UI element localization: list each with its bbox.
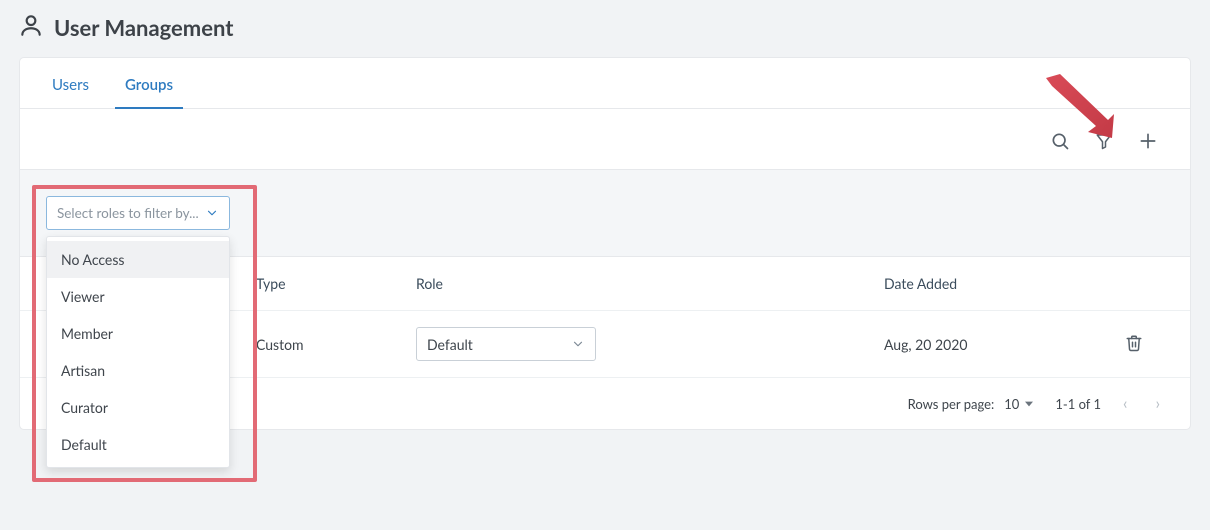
content-panel: Users Groups Select roles to filter by..… [20, 58, 1190, 429]
rpp-label: Rows per page: [908, 396, 995, 412]
row-type-cell: Custom [256, 336, 416, 353]
role-filter-select[interactable]: Select roles to filter by... [46, 196, 230, 230]
pager-prev[interactable]: ‹ [1123, 394, 1128, 413]
col-header-type: Type [256, 275, 416, 292]
pager-nav: ‹ › [1123, 394, 1160, 413]
caret-down-icon [1025, 400, 1033, 408]
col-header-role: Role [416, 275, 884, 292]
chevron-down-icon [205, 206, 219, 220]
col-header-actions [1104, 275, 1164, 292]
option-default[interactable]: Default [47, 426, 229, 463]
option-viewer[interactable]: Viewer [47, 278, 229, 315]
row-actions-cell [1104, 334, 1164, 355]
delete-button[interactable] [1125, 334, 1143, 355]
col-header-date: Date Added [884, 275, 1104, 292]
role-filter-placeholder: Select roles to filter by... [57, 205, 199, 221]
row-role-value: Default [427, 336, 473, 353]
tab-users[interactable]: Users [34, 58, 107, 108]
row-role-cell: Default [416, 327, 884, 361]
filter-bar: Select roles to filter by... No Access V… [20, 169, 1190, 257]
tab-strip: Users Groups [20, 58, 1190, 109]
role-filter-dropdown: No Access Viewer Member Artisan Curator … [46, 236, 230, 468]
filter-icon[interactable] [1092, 129, 1116, 153]
option-no-access[interactable]: No Access [47, 241, 229, 278]
toolbar [20, 109, 1190, 169]
rows-per-page: Rows per page: 10 [908, 396, 1034, 412]
row-role-select[interactable]: Default [416, 327, 596, 361]
rpp-value: 10 [1004, 396, 1019, 412]
option-member[interactable]: Member [47, 315, 229, 352]
row-date-cell: Aug, 20 2020 [884, 336, 1104, 353]
page-title: User Management [54, 14, 233, 41]
chevron-down-icon [571, 337, 585, 351]
page-header: User Management [0, 0, 1210, 52]
user-icon [18, 12, 44, 42]
role-filter-wrap: Select roles to filter by... No Access V… [46, 196, 230, 230]
option-artisan[interactable]: Artisan [47, 352, 229, 389]
tab-groups[interactable]: Groups [107, 58, 191, 108]
pager-range: 1-1 of 1 [1055, 396, 1101, 412]
rpp-select[interactable]: 10 [1004, 396, 1033, 412]
trash-icon [1125, 334, 1143, 352]
add-icon[interactable] [1136, 129, 1160, 153]
search-icon[interactable] [1048, 129, 1072, 153]
pager-next[interactable]: › [1155, 394, 1160, 413]
option-curator[interactable]: Curator [47, 389, 229, 426]
